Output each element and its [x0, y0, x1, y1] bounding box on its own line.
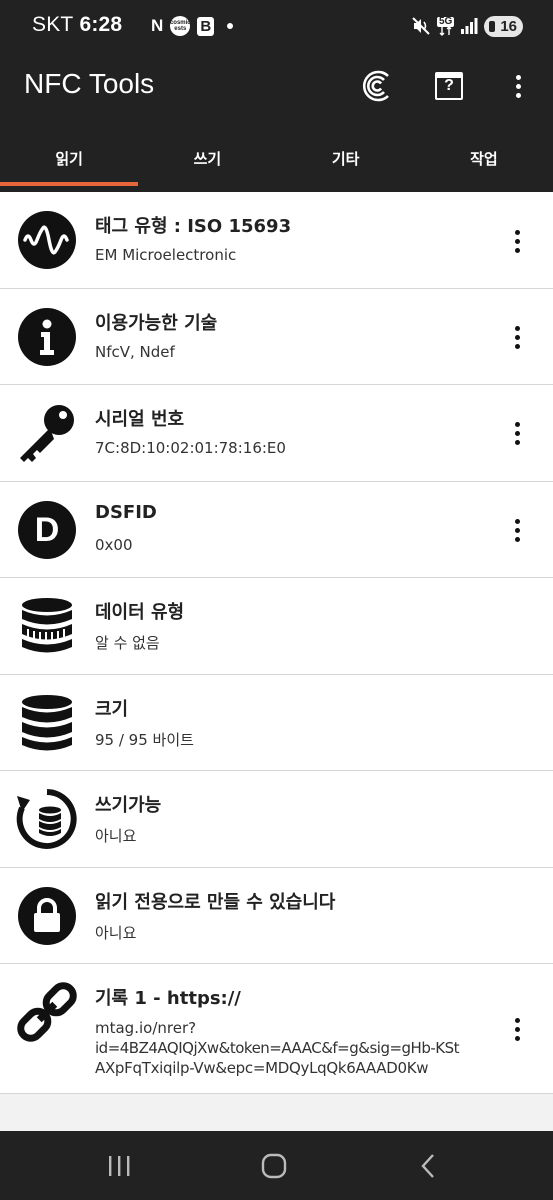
help-icon-mark: ? [444, 77, 454, 94]
system-nav-bar [0, 1131, 553, 1200]
item-title: DSFID [95, 502, 157, 523]
app-bar: NFC Tools ? 읽기 쓰기 기타 작업 [0, 52, 553, 192]
battery-level: 16 [500, 17, 517, 35]
notification-dot [227, 23, 234, 29]
list-item-record-1[interactable]: 기록 1 - https:// mtag.io/nrer? id=4BZ4AQI… [0, 964, 553, 1094]
battery-icon: 16 [484, 15, 523, 37]
item-menu-button[interactable] [503, 413, 531, 453]
item-title: 태그 유형 : ISO 15693 [95, 216, 292, 237]
back-icon [421, 1154, 434, 1178]
list-item-data-type[interactable]: 데이터 유형 알 수 없음 [0, 578, 553, 675]
recents-button[interactable] [94, 1151, 144, 1181]
clock: 6:28 [79, 13, 123, 36]
database-striped-icon [16, 595, 78, 657]
item-title: 크기 [95, 699, 129, 720]
home-button[interactable] [249, 1151, 299, 1181]
tab-read[interactable]: 읽기 [0, 140, 139, 192]
status-time-block: SKT 6:28 [32, 13, 122, 37]
lock-icon [16, 885, 78, 947]
item-menu-button[interactable] [503, 221, 531, 261]
dsfid-letter: D [18, 501, 76, 559]
status-bar: SKT 6:28 N cosmic ests B 5G 16 [0, 0, 553, 52]
list-bottom-space [0, 1095, 553, 1131]
item-menu-button[interactable] [503, 1009, 531, 1049]
item-subtitle: 아니요 [95, 924, 137, 942]
signal-icon [461, 18, 478, 34]
list-item-read-only[interactable]: 읽기 전용으로 만들 수 있습니다 아니요 [0, 868, 553, 964]
carrier-label: SKT [32, 13, 74, 36]
tab-write[interactable]: 쓰기 [138, 140, 276, 192]
item-menu-button[interactable] [503, 317, 531, 357]
record-line-1: mtag.io/nrer? [95, 1019, 197, 1037]
item-title: 이용가능한 기술 [95, 313, 218, 334]
home-icon [261, 1153, 287, 1179]
app-title: NFC Tools [24, 68, 155, 99]
network-5g-icon: 5G [436, 16, 455, 36]
recents-icon [109, 1156, 130, 1176]
nfc-signal-icon[interactable] [358, 66, 398, 106]
back-button[interactable] [404, 1151, 454, 1181]
waveform-icon [16, 209, 78, 271]
item-title: 읽기 전용으로 만들 수 있습니다 [95, 892, 336, 913]
tab-tasks[interactable]: 작업 [415, 140, 553, 192]
item-subtitle: 7C:8D:10:02:01:78:16:E0 [95, 439, 286, 457]
more-vert-icon[interactable] [498, 66, 538, 106]
record-line-3: AXpFqTxiqilp-Vw&epc=MDQyLqQk6AAAD0Kw [95, 1059, 429, 1077]
item-subtitle: EM Microelectronic [95, 246, 237, 264]
item-subtitle: NfcV, Ndef [95, 343, 175, 361]
tab-bar: 읽기 쓰기 기타 작업 [0, 140, 553, 192]
database-refresh-icon [16, 788, 78, 850]
cosmic-ests-icon: cosmic ests [170, 16, 191, 36]
record-line-2: id=4BZ4AQIQjXw&token=AAAC&f=g&sig=gHb-KS… [95, 1039, 460, 1057]
item-menu-button[interactable] [503, 510, 531, 550]
tab-other[interactable]: 기타 [277, 140, 415, 192]
list-item-technologies[interactable]: 이용가능한 기술 NfcV, Ndef [0, 289, 553, 385]
nfc-n-icon: N [151, 16, 164, 35]
item-subtitle: 아니요 [95, 827, 137, 845]
mute-icon [412, 17, 430, 35]
list-item-writable[interactable]: 쓰기가능 아니요 [0, 771, 553, 868]
item-subtitle: 0x00 [95, 536, 133, 554]
list-item-dsfid[interactable]: D DSFID 0x00 [0, 482, 553, 578]
b-app-icon: B [197, 16, 215, 36]
list-item-serial-number[interactable]: 시리얼 번호 7C:8D:10:02:01:78:16:E0 [0, 385, 553, 482]
item-title: 쓰기가능 [95, 795, 162, 816]
item-title: 기록 1 - https:// [95, 988, 241, 1009]
item-subtitle: 95 / 95 바이트 [95, 731, 194, 749]
database-icon [16, 692, 78, 754]
tag-info-list: 태그 유형 : ISO 15693 EM Microelectronic 이용가… [0, 192, 553, 1094]
list-item-size[interactable]: 크기 95 / 95 바이트 [0, 675, 553, 771]
link-icon [16, 981, 78, 1043]
key-icon [16, 402, 78, 464]
system-icons: 5G 16 [411, 13, 523, 39]
item-subtitle: 알 수 없음 [95, 634, 160, 652]
help-icon[interactable]: ? [429, 66, 469, 106]
item-title: 시리얼 번호 [95, 409, 185, 430]
dsfid-d-icon: D [16, 499, 78, 561]
info-icon [16, 306, 78, 368]
list-item-tag-type[interactable]: 태그 유형 : ISO 15693 EM Microelectronic [0, 192, 553, 289]
item-title: 데이터 유형 [95, 602, 185, 623]
item-subtitle: mtag.io/nrer? id=4BZ4AQIQjXw&token=AAAC&… [95, 1018, 460, 1078]
notification-icons: N cosmic ests B [151, 15, 234, 37]
